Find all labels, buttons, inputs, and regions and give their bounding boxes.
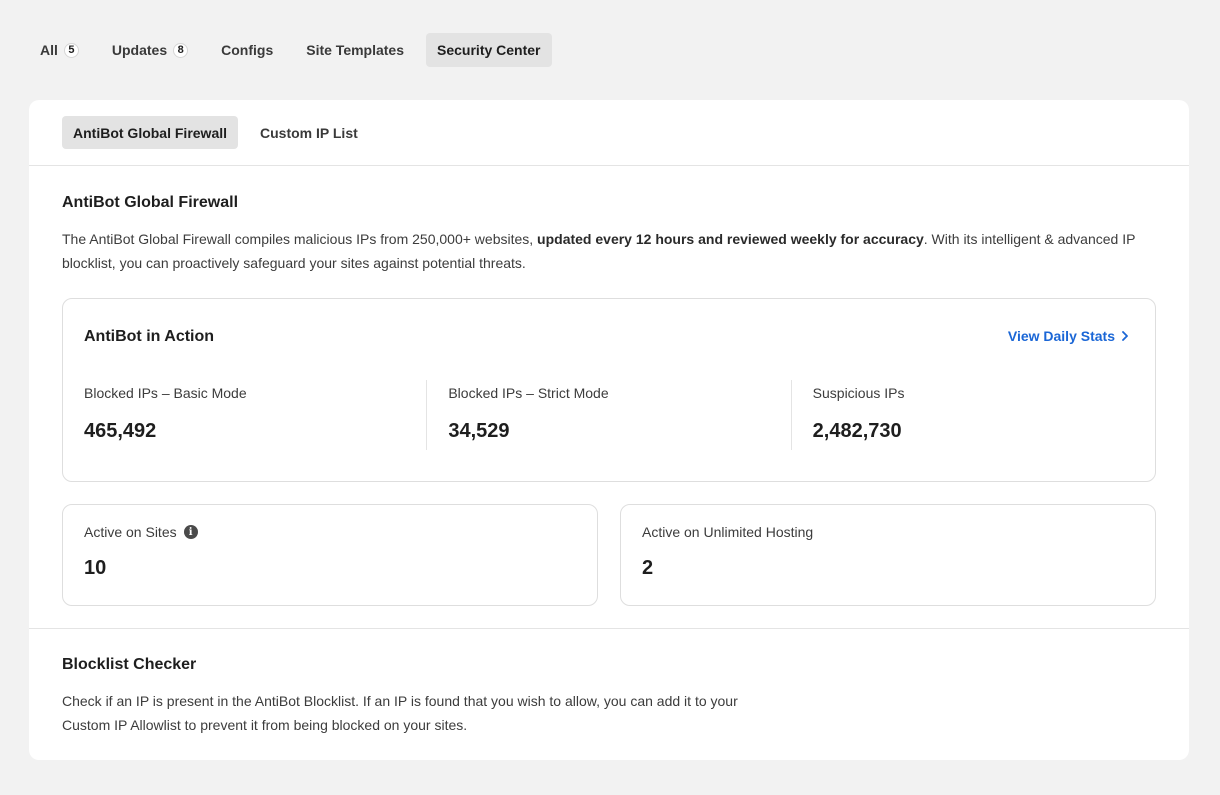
panel-title: AntiBot in Action [84,328,215,345]
tab-site-templates[interactable]: Site Templates [295,33,415,67]
tab-label: Updates [111,42,168,58]
section-description: Check if an IP is present in the AntiBot… [62,693,738,733]
stat-value: 465,492 [84,420,157,442]
section-title: Blocklist Checker [62,656,197,673]
stat-label: Blocked IPs – Basic Mode [84,385,247,401]
active-on-unlimited-hosting-card: Active on Unlimited Hosting 2 [620,504,1156,606]
tab-configs[interactable]: Configs [210,33,284,67]
stat-suspicious: Suspicious IPs 2,482,730 [790,380,1155,450]
tab-antibot-global-firewall[interactable]: AntiBot Global Firewall [62,116,239,149]
tab-label: All [40,42,58,58]
card-value: 2 [642,557,654,579]
section-divider [29,628,1189,629]
section-description: The AntiBot Global Firewall compiles mal… [62,227,1156,275]
card-label: Active on Unlimited Hosting [642,524,814,540]
tab-label: Custom IP List [260,124,358,141]
tab-security-center[interactable]: Security Center [426,33,552,67]
sub-tab-bar: AntiBot Global Firewall Custom IP List [29,100,1189,166]
section-title: AntiBot Global Firewall [62,194,239,211]
top-tab-bar: All 5 Updates 8 Configs Site Templates S… [29,33,563,67]
firewall-section: AntiBot Global Firewall The AntiBot Glob… [29,194,1189,606]
tab-label: AntiBot Global Firewall [73,124,228,141]
stat-blocked-strict: Blocked IPs – Strict Mode 34,529 [426,380,790,450]
stat-value: 34,529 [448,420,510,442]
blocklist-checker-section: Blocklist Checker Check if an IP is pres… [29,656,1189,737]
card-value: 10 [84,557,107,579]
tab-label: Site Templates [306,42,405,58]
link-label: View Daily Stats [1007,328,1115,344]
card-label-row: Active on Sites i [84,524,576,540]
desc-text: The AntiBot Global Firewall compiles mal… [62,231,538,247]
tab-updates[interactable]: Updates 8 [101,33,199,67]
count-badge: 8 [173,42,189,58]
stat-blocked-basic: Blocked IPs – Basic Mode 465,492 [63,380,426,450]
stat-label: Suspicious IPs [812,385,905,401]
view-daily-stats-link[interactable]: View Daily Stats [1008,328,1129,344]
tab-custom-ip-list[interactable]: Custom IP List [249,116,369,149]
stat-value: 2,482,730 [812,420,902,442]
info-icon[interactable]: i [183,525,198,539]
security-center-card: AntiBot Global Firewall Custom IP List A… [29,100,1189,760]
tab-label: Security Center [437,42,541,58]
active-on-sites-card: Active on Sites i 10 [62,504,598,606]
stat-label: Blocked IPs – Strict Mode [448,385,609,401]
stats-row: Blocked IPs – Basic Mode 465,492 Blocked… [63,380,1155,450]
tab-all[interactable]: All 5 [29,33,90,67]
activity-row: Active on Sites i 10 Active on Unlimited… [62,504,1156,606]
card-label: Active on Sites [84,524,177,540]
chevron-right-icon [1121,329,1129,344]
antibot-in-action-panel: AntiBot in Action View Daily Stats Block… [62,298,1156,482]
tab-label: Configs [221,42,274,58]
desc-bold-text: updated every 12 hours and reviewed week… [537,231,924,247]
count-badge: 5 [63,42,79,58]
card-label-row: Active on Unlimited Hosting [642,524,1134,540]
